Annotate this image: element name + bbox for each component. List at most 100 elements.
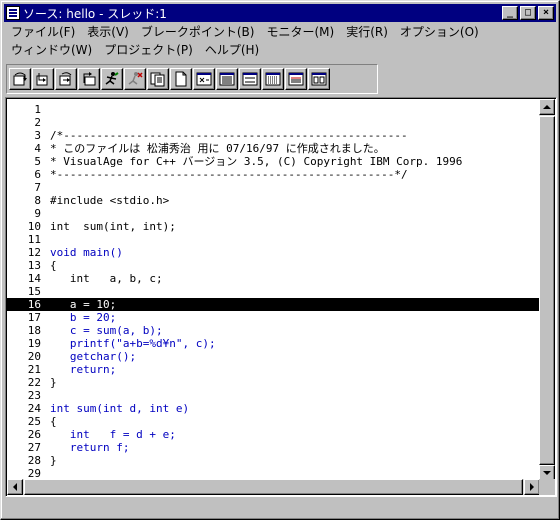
line-number[interactable]: 7 [7, 181, 41, 194]
menu-options[interactable]: オプション(O) [394, 23, 485, 41]
halt-button[interactable] [124, 68, 146, 90]
current-execution-line[interactable]: 16 a = 10; [7, 298, 541, 311]
maximize-button[interactable]: □ [520, 6, 536, 20]
window-list-button[interactable] [308, 68, 330, 90]
line-number[interactable]: 28 [7, 454, 41, 467]
source-line[interactable]: 22} [7, 376, 541, 389]
breakpoints-list-button[interactable] [262, 68, 284, 90]
line-number[interactable]: 23 [7, 389, 41, 402]
breakpoints-icon [265, 72, 281, 86]
source-line[interactable]: 4 * このファイルは 松浦秀治 用に 07/16/97 に作成されました。 [7, 142, 541, 155]
source-line[interactable]: 3 /*-------------------------------------… [7, 129, 541, 142]
line-number[interactable]: 18 [7, 324, 41, 337]
vertical-scroll-thumb[interactable] [539, 116, 555, 465]
source-line[interactable]: 1 [7, 103, 541, 116]
menu-project[interactable]: プロジェクト(P) [98, 41, 199, 59]
source-line[interactable]: 17 b = 20; [7, 311, 541, 324]
menu-file[interactable]: ファイル(F) [5, 23, 81, 41]
local-variables-button[interactable] [193, 68, 215, 90]
line-number[interactable]: 8 [7, 194, 41, 207]
source-line[interactable]: 25 { [7, 415, 541, 428]
step-return-icon [83, 72, 96, 86]
line-number[interactable]: 24 [7, 402, 41, 415]
monitor-expression-button[interactable] [147, 68, 169, 90]
source-line[interactable]: 23 [7, 389, 541, 402]
call-stack-button[interactable] [216, 68, 238, 90]
menu-view[interactable]: 表示(V) [81, 23, 135, 41]
source-line[interactable]: 13 { [7, 259, 541, 272]
storage-button[interactable] [170, 68, 192, 90]
line-number[interactable]: 22 [7, 376, 41, 389]
source-line[interactable]: 24 int sum(int d, int e) [7, 402, 541, 415]
arrow-right-icon [530, 483, 534, 491]
menu-monitors[interactable]: モニター(M) [260, 23, 340, 41]
source-line[interactable]: 5 * VisualAge for C++ バージョン 3.5, (C) Copy… [7, 155, 541, 168]
title-bar[interactable]: ソース: hello - スレッド:1 _ □ × [4, 4, 556, 22]
line-number[interactable]: 15 [7, 285, 41, 298]
step-into-button[interactable] [32, 68, 54, 90]
source-line[interactable]: 28} [7, 454, 541, 467]
step-debug-button[interactable] [55, 68, 77, 90]
scroll-right-button[interactable] [524, 479, 540, 495]
menu-run[interactable]: 実行(R) [340, 23, 394, 41]
source-line[interactable]: 20 getchar(); [7, 350, 541, 363]
menu-breakpoints[interactable]: ブレークポイント(B) [135, 23, 261, 41]
source-line[interactable]: 27 return f; [7, 441, 541, 454]
vertical-scrollbar[interactable] [539, 99, 555, 481]
source-line[interactable]: 7 [7, 181, 541, 194]
scroll-up-button[interactable] [539, 99, 555, 115]
line-number[interactable]: 9 [7, 207, 41, 220]
line-number[interactable]: 26 [7, 428, 41, 441]
line-number[interactable]: 3 [7, 129, 41, 142]
code-text: int sum(int, int); [50, 220, 176, 233]
menu-help[interactable]: ヘルプ(H) [199, 41, 265, 59]
line-number[interactable]: 1 [7, 103, 41, 116]
source-line[interactable]: 9 [7, 207, 541, 220]
source-line[interactable]: 14 int a, b, c; [7, 272, 541, 285]
line-number[interactable]: 2 [7, 116, 41, 129]
scroll-left-button[interactable] [7, 479, 23, 495]
minimize-button[interactable]: _ [502, 6, 518, 20]
close-button[interactable]: × [538, 6, 554, 20]
source-line[interactable]: 11 [7, 233, 541, 246]
menu-window[interactable]: ウィンドウ(W) [5, 41, 98, 59]
source-window-icon[interactable] [6, 6, 20, 20]
line-number[interactable]: 19 [7, 337, 41, 350]
line-number[interactable]: 6 [7, 168, 41, 181]
code-text: } [50, 376, 57, 389]
source-line[interactable]: 19 printf("a+b=%d¥n", c); [7, 337, 541, 350]
source-line[interactable]: 15 [7, 285, 541, 298]
source-editor[interactable]: 1 2 3/*-----------------------------------… [5, 97, 557, 497]
line-number[interactable]: 11 [7, 233, 41, 246]
step-return-button[interactable] [78, 68, 100, 90]
menu-bar: ファイル(F) 表示(V) ブレークポイント(B) モニター(M) 実行(R) … [5, 23, 557, 59]
source-line[interactable]: 10 int sum(int, int); [7, 220, 541, 233]
line-number[interactable]: 5 [7, 155, 41, 168]
run-button[interactable] [101, 68, 123, 90]
source-line[interactable]: 26 int f = d + e; [7, 428, 541, 441]
line-number[interactable]: 12 [7, 246, 41, 259]
code-text: printf("a+b=%d¥n", c); [50, 337, 216, 350]
line-number[interactable]: 4 [7, 142, 41, 155]
source-list-button[interactable] [285, 68, 307, 90]
source-line[interactable]: 8 #include <stdio.h> [7, 194, 541, 207]
line-number[interactable]: 10 [7, 220, 41, 233]
source-line[interactable]: 6 *--------------------------------------… [7, 168, 541, 181]
horizontal-scrollbar[interactable] [7, 479, 540, 495]
source-line[interactable]: 2 [7, 116, 541, 129]
source-line[interactable]: 12 void main() [7, 246, 541, 259]
line-number[interactable]: 16 [7, 298, 41, 311]
registers-button[interactable] [239, 68, 261, 90]
source-line[interactable]: 18 c = sum(a, b); [7, 324, 541, 337]
source-line[interactable]: 21 return; [7, 363, 541, 376]
line-number[interactable]: 17 [7, 311, 41, 324]
horizontal-scroll-thumb[interactable] [24, 479, 523, 495]
line-number[interactable]: 27 [7, 441, 41, 454]
line-number[interactable]: 20 [7, 350, 41, 363]
line-number[interactable]: 14 [7, 272, 41, 285]
line-number[interactable]: 21 [7, 363, 41, 376]
line-number[interactable]: 13 [7, 259, 41, 272]
line-number[interactable]: 25 [7, 415, 41, 428]
step-over-button[interactable] [9, 68, 31, 90]
